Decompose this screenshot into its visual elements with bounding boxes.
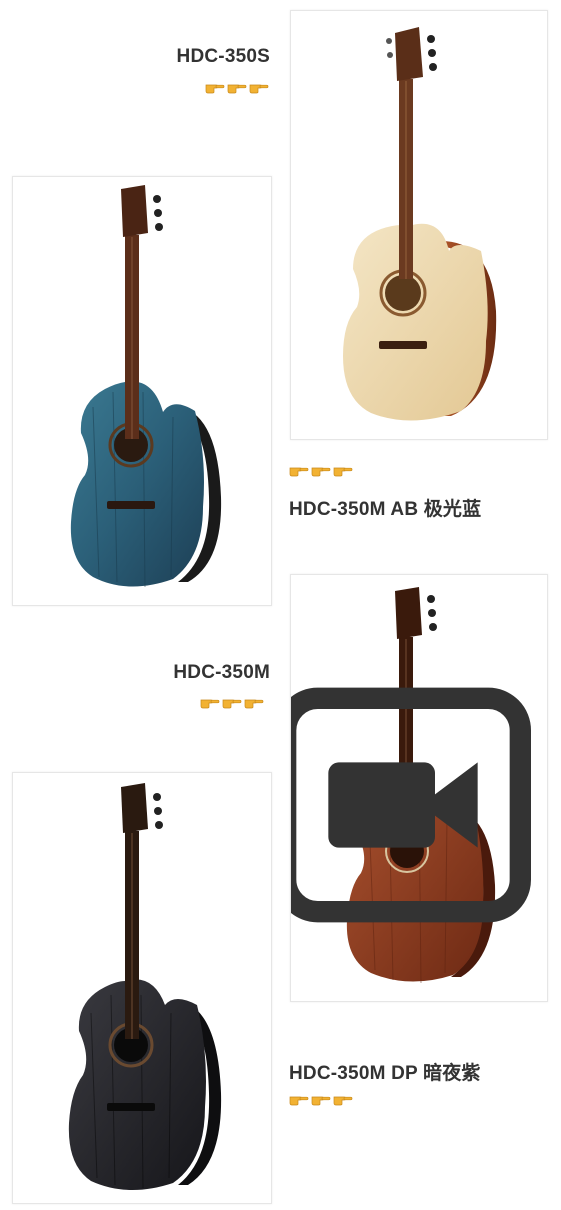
guitar-natural-image [343, 27, 497, 421]
pointing-hand-icon [289, 463, 309, 477]
pointing-hand-icon [311, 463, 331, 477]
product-image-hdc-350m-ab[interactable] [12, 176, 272, 606]
pointer-row-hdc-350s [205, 80, 269, 94]
pointing-hand-icon [311, 1092, 331, 1106]
guitar-black-image [68, 783, 222, 1191]
pointing-hand-icon [200, 695, 220, 709]
guitar-blue-image [70, 185, 222, 588]
pointing-hand-icon [227, 80, 247, 94]
pointer-row-hdc-350m-dp [289, 1092, 353, 1106]
product-image-hdc-350m-dp[interactable] [12, 772, 272, 1204]
product-image-hdc-350m[interactable] [290, 574, 548, 1002]
pointing-hand-icon [333, 1092, 353, 1106]
pointing-hand-icon [244, 695, 264, 709]
pointing-hand-icon [205, 80, 225, 94]
product-title-hdc-350m: HDC-350M [173, 662, 270, 683]
pointing-hand-icon [333, 463, 353, 477]
pointer-row-hdc-350m [200, 695, 264, 709]
video-icon[interactable] [290, 592, 531, 1002]
pointing-hand-icon [289, 1092, 309, 1106]
product-title-hdc-350m-dp: HDC-350M DP 暗夜紫 [289, 1063, 481, 1084]
pointing-hand-icon [222, 695, 242, 709]
product-title-hdc-350m-ab: HDC-350M AB 极光蓝 [289, 499, 482, 520]
product-image-hdc-350s[interactable] [290, 10, 548, 440]
pointing-hand-icon [249, 80, 269, 94]
pointer-row-hdc-350m-ab [289, 463, 353, 477]
product-title-hdc-350s: HDC-350S [176, 46, 270, 67]
